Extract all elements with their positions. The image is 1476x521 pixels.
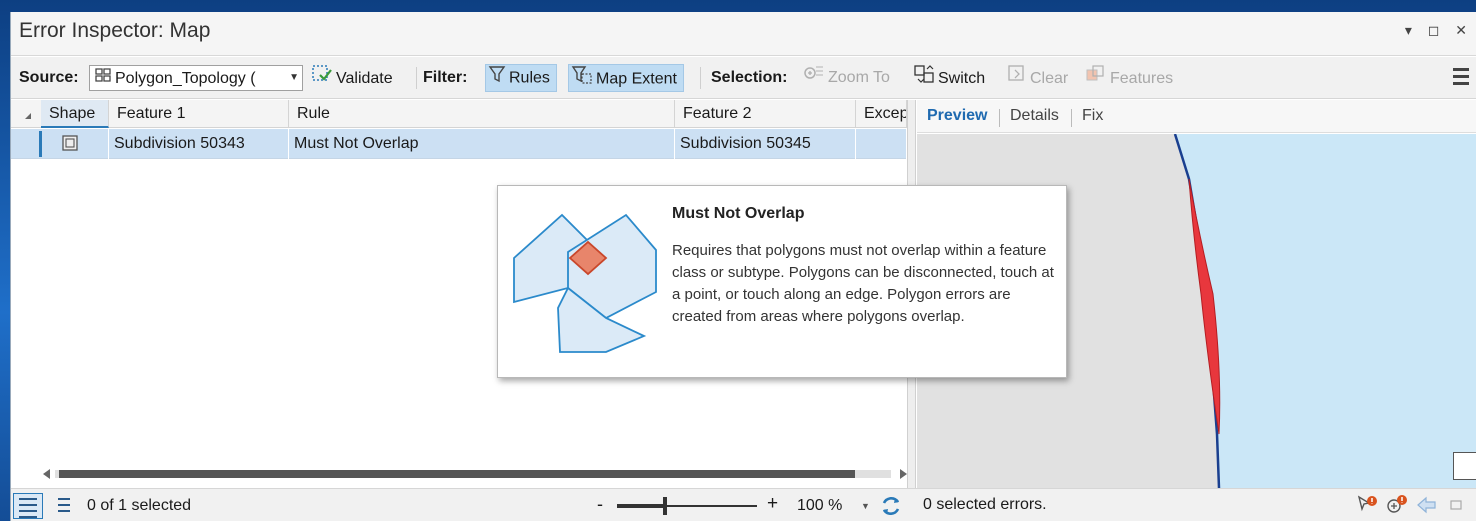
- tab-separator: [1071, 109, 1072, 127]
- zoom-to-error-icon[interactable]: [1385, 493, 1409, 517]
- tab-details[interactable]: Details: [1010, 107, 1059, 125]
- preview-status-bar: 0 selected errors.: [917, 488, 1476, 521]
- chevron-down-icon[interactable]: ▼: [289, 66, 299, 90]
- tooltip-title: Must Not Overlap: [672, 205, 805, 222]
- map-extent-filter-icon: [571, 65, 593, 94]
- rule-cell: Must Not Overlap: [289, 129, 675, 159]
- column-header-exception[interactable]: Excep: [856, 100, 907, 128]
- table-row[interactable]: Subdivision 50343 Must Not Overlap Subdi…: [11, 129, 907, 159]
- table-header: Shape Feature 1 Rule Feature 2 Excep: [11, 100, 907, 128]
- source-label: Source:: [19, 69, 79, 86]
- selection-count: 0 of 1 selected: [87, 497, 192, 514]
- column-header-feature2[interactable]: Feature 2: [675, 100, 856, 128]
- validate-button[interactable]: Validate: [309, 64, 399, 92]
- filter-label: Filter:: [423, 69, 468, 86]
- select-error-icon[interactable]: [1355, 493, 1379, 517]
- exception-cell: [856, 129, 907, 159]
- validate-icon: [311, 64, 333, 94]
- feature2-cell: Subdivision 50345: [675, 129, 856, 159]
- polygon-icon: [41, 129, 109, 159]
- column-header-shape[interactable]: Shape: [41, 100, 109, 128]
- zoom-in-button[interactable]: +: [767, 493, 778, 515]
- tooltip-body: Requires that polygons must not overlap …: [672, 242, 1054, 325]
- zoom-to-button[interactable]: Zoom To: [801, 64, 896, 92]
- source-value: Polygon_Topology (: [115, 70, 256, 88]
- polygon-feature: [1175, 134, 1476, 488]
- tab-preview[interactable]: Preview: [927, 107, 987, 125]
- scroll-left-icon[interactable]: [43, 469, 50, 479]
- scroll-right-icon[interactable]: [900, 469, 907, 479]
- list-view-icon[interactable]: [13, 493, 43, 519]
- clear-button[interactable]: Clear: [1005, 64, 1074, 92]
- zoom-dropdown-icon[interactable]: ▼: [861, 501, 870, 511]
- horizontal-scrollbar[interactable]: [41, 467, 907, 481]
- tab-fix[interactable]: Fix: [1082, 107, 1103, 125]
- preview-tabs: Preview Details Fix: [917, 100, 1476, 133]
- zoom-level: 100 %: [797, 497, 843, 514]
- zoom-slider-handle[interactable]: [663, 497, 668, 515]
- overlap-rule-diagram: [510, 208, 660, 356]
- table-view-icon[interactable]: [53, 494, 75, 516]
- back-arrow-icon[interactable]: [1415, 493, 1439, 517]
- map-extent-filter-button[interactable]: Map Extent: [568, 64, 684, 92]
- toolbar-separator: [700, 67, 701, 89]
- switch-icon: [913, 64, 935, 94]
- menu-icon[interactable]: [1453, 68, 1469, 89]
- title-bar: Error Inspector: Map ▾ ◻ ✕: [11, 12, 1476, 56]
- more-icon[interactable]: [1445, 493, 1465, 517]
- filter-icon: [488, 65, 506, 92]
- zoom-out-button[interactable]: -: [597, 494, 603, 515]
- column-header-rule[interactable]: Rule: [289, 100, 675, 128]
- feature1-cell: Subdivision 50343: [109, 129, 289, 159]
- window-title: Error Inspector: Map: [19, 19, 211, 42]
- rules-filter-button[interactable]: Rules: [485, 64, 557, 92]
- rule-tooltip: Must Not Overlap Requires that polygons …: [497, 185, 1067, 378]
- column-header-feature1[interactable]: Feature 1: [109, 100, 289, 128]
- features-button[interactable]: Features: [1083, 64, 1179, 92]
- clear-icon: [1007, 64, 1027, 94]
- features-icon: [1085, 64, 1107, 94]
- scrollbar-thumb[interactable]: [59, 470, 855, 478]
- switch-button[interactable]: Switch: [911, 64, 991, 92]
- selected-errors-status: 0 selected errors.: [923, 496, 1047, 513]
- toolbar: Source: Polygon_Topology ( ▼ Validate Fi…: [11, 57, 1476, 99]
- zoom-slider-fill: [617, 504, 664, 508]
- selection-label: Selection:: [711, 69, 788, 86]
- tab-separator: [999, 109, 1000, 127]
- source-dropdown[interactable]: Polygon_Topology ( ▼: [89, 65, 303, 91]
- document-icon[interactable]: [1453, 452, 1476, 480]
- window-controls[interactable]: ▾ ◻ ✕: [1405, 22, 1473, 39]
- toolbar-separator: [416, 67, 417, 89]
- zoom-to-icon: [803, 64, 825, 92]
- sort-indicator-icon[interactable]: [25, 113, 31, 119]
- topology-icon: [94, 66, 112, 90]
- refresh-icon[interactable]: [879, 494, 903, 518]
